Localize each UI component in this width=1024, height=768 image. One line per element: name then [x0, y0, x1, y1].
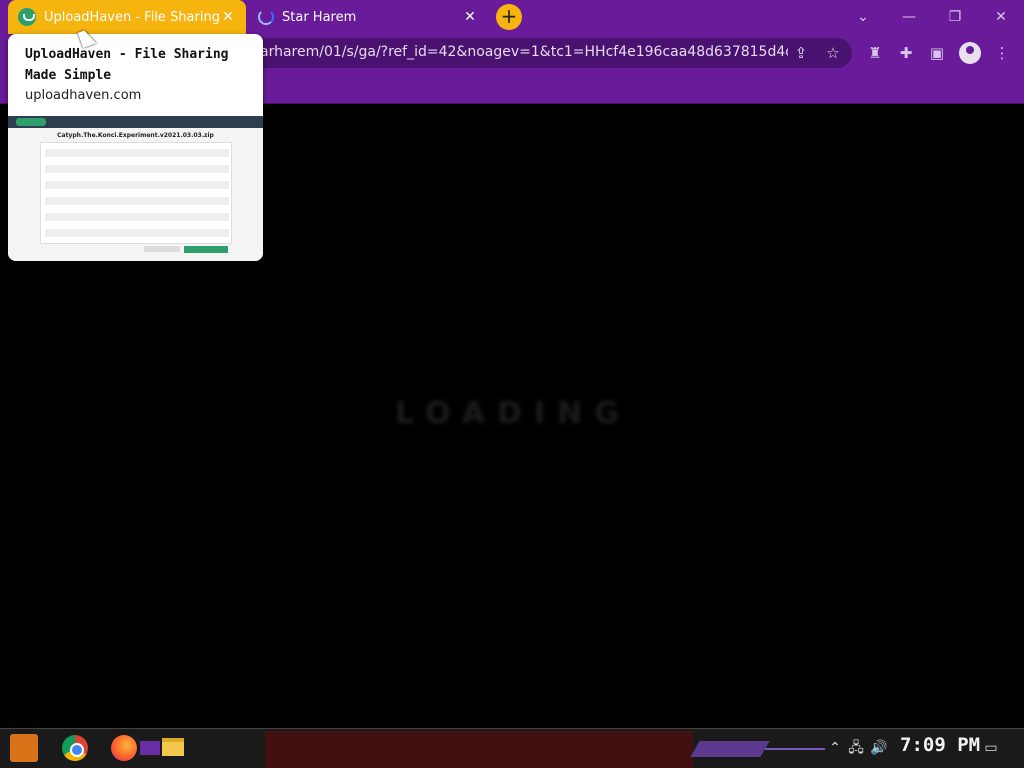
preview-row — [45, 197, 229, 205]
preview-row — [45, 165, 229, 173]
browser-window: UploadHaven - File Sharing Ma ✕ Star Har… — [0, 0, 1024, 768]
close-window-icon[interactable]: ✕ — [978, 0, 1024, 34]
preview-navbar — [8, 116, 263, 128]
uploadhaven-icon — [18, 8, 36, 26]
restore-icon[interactable]: ❐ — [932, 0, 978, 34]
star-icon[interactable]: ☆ — [822, 42, 844, 64]
loading-text: LOADING — [395, 396, 631, 431]
preview-row — [45, 229, 229, 237]
start-icon[interactable] — [10, 734, 38, 762]
sidepanel-icon[interactable]: ▣ — [926, 42, 948, 64]
firefox-icon[interactable] — [111, 735, 137, 761]
hover-card-title: UploadHaven - File Sharing Made Simple — [25, 47, 229, 83]
network-icon[interactable]: 🖧 — [847, 739, 865, 757]
tab-uploadhaven[interactable]: UploadHaven - File Sharing Ma ✕ — [8, 0, 246, 34]
volume-icon[interactable]: 🔊 — [870, 739, 888, 757]
uploadhaven-logo — [16, 118, 46, 126]
taskbar-app-icon[interactable] — [140, 741, 160, 755]
profile-icon[interactable] — [959, 42, 981, 64]
chevron-up-icon[interactable]: ⌃ — [826, 739, 844, 757]
tab-title: Star Harem — [282, 9, 357, 25]
minimize-icon[interactable]: — — [886, 0, 932, 34]
notification-icon[interactable]: ▭ — [982, 739, 1000, 757]
preview-file-name: Catyph.The.Konci.Experiment.v2021.03.03.… — [57, 132, 214, 139]
new-tab-button[interactable]: + — [496, 4, 522, 30]
extension-icon[interactable]: ♜ — [864, 42, 886, 64]
tab-search-icon[interactable]: ⌄ — [840, 0, 886, 34]
address-bar[interactable]: arharem/01/s/ga/?ref_id=42&noagev=1&tc1=… — [200, 38, 852, 68]
hover-card-preview: Catyph.The.Konci.Experiment.v2021.03.03.… — [8, 116, 263, 261]
puzzle-icon[interactable]: ✚ — [895, 42, 917, 64]
preview-premium-button — [184, 246, 228, 253]
url-text[interactable]: arharem/01/s/ga/?ref_id=42&noagev=1&tc1=… — [260, 44, 788, 60]
preview-row — [45, 213, 229, 221]
close-icon[interactable]: ✕ — [220, 9, 236, 25]
chrome-icon[interactable] — [62, 735, 88, 761]
preview-table — [40, 142, 232, 244]
taskbar-decoration-line — [765, 748, 825, 750]
preview-row — [45, 149, 229, 157]
file-explorer-icon[interactable] — [162, 738, 184, 756]
taskbar-decoration — [690, 741, 770, 757]
preview-row — [45, 181, 229, 189]
loading-spinner-icon — [258, 9, 274, 25]
hover-card-domain: uploadhaven.com — [25, 88, 142, 103]
share-icon[interactable]: ⇪ — [790, 42, 812, 64]
taskbar: ⌃ 🖧 🔊 7:09 PM ▭ — [0, 728, 1024, 768]
tab-title: UploadHaven - File Sharing Ma — [44, 9, 220, 25]
taskbar-window-preview[interactable] — [265, 731, 693, 768]
tab-strip: UploadHaven - File Sharing Ma ✕ Star Har… — [0, 0, 1024, 34]
tab-star-harem[interactable]: Star Harem ✕ — [248, 0, 488, 34]
close-icon[interactable]: ✕ — [462, 9, 478, 25]
clock[interactable]: 7:09 PM — [900, 734, 980, 756]
preview-free-button — [144, 246, 180, 252]
tab-hover-card: UploadHaven - File Sharing Made Simple u… — [8, 34, 263, 261]
menu-icon[interactable]: ⋮ — [991, 42, 1013, 64]
